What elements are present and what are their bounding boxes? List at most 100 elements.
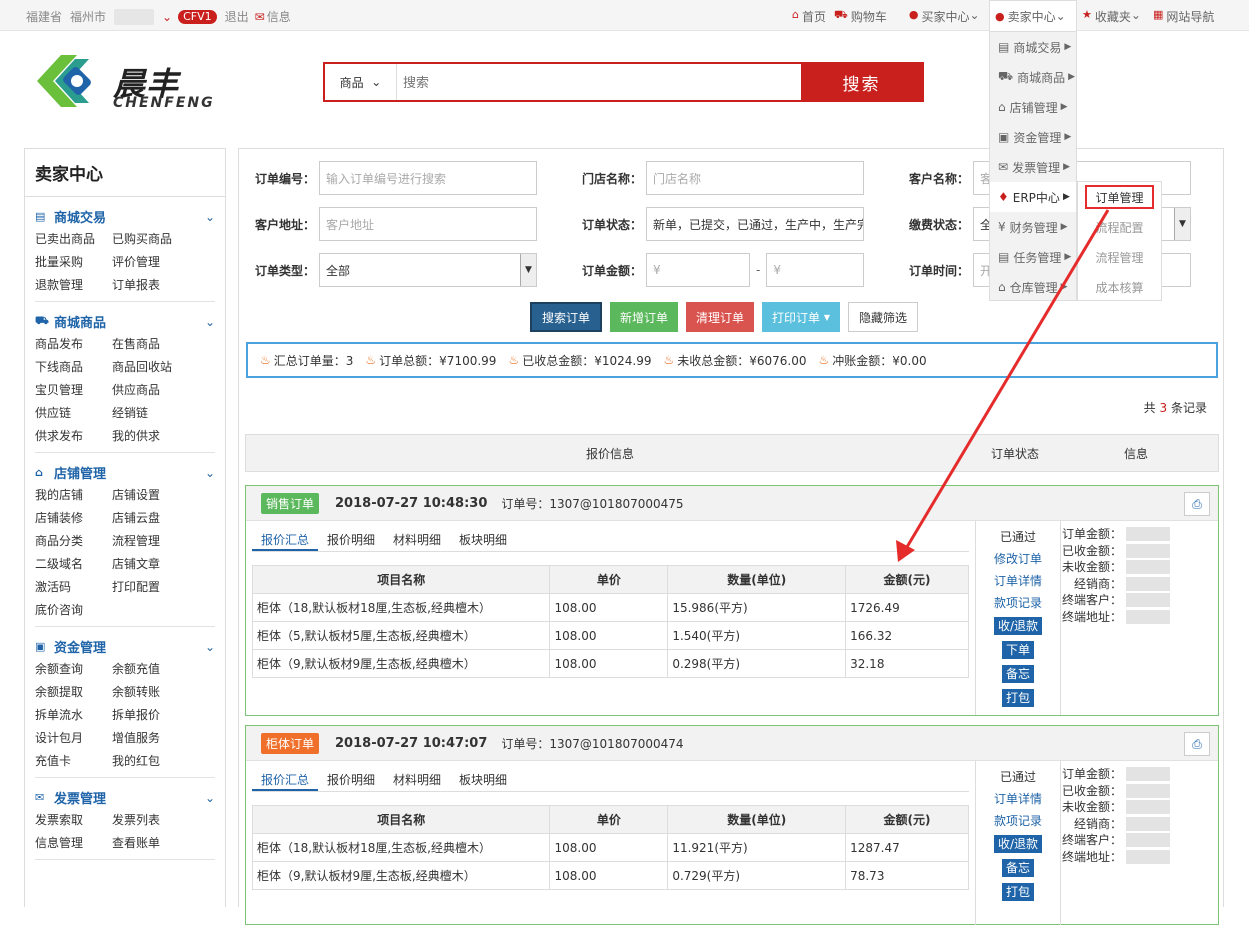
menu-item[interactable]: ¥ 财务管理 ▶ — [990, 212, 1076, 242]
sidebar-item[interactable]: 商品分类 — [35, 532, 112, 549]
chevron-down-icon[interactable]: ⌄ — [205, 640, 215, 654]
sidebar-item[interactable]: 店铺设置 — [112, 486, 202, 503]
sidebar-item[interactable]: 下线商品 — [35, 358, 112, 375]
store-input[interactable]: 门店名称 — [646, 161, 865, 195]
sidebar-item[interactable]: 打印配置 — [112, 578, 202, 595]
search-input[interactable] — [397, 64, 801, 100]
sidebar-item[interactable]: 余额转账 — [112, 683, 202, 700]
sidebar-item[interactable]: 底价咨询 — [35, 601, 112, 618]
sidebar-section-title[interactable]: ▤ 商城交易 ⌄ — [35, 207, 215, 227]
order-tab[interactable]: 报价明细 — [318, 770, 384, 791]
order-action-link[interactable]: 订单详情 — [976, 790, 1060, 807]
order-tab[interactable]: 报价汇总 — [252, 530, 319, 551]
sidebar-item[interactable]: 商品发布 — [35, 335, 112, 352]
sidebar-item[interactable]: 供应商品 — [112, 381, 202, 398]
chevron-down-icon[interactable]: ⌄ — [205, 210, 215, 224]
sidebar-item[interactable]: 批量采购 — [35, 253, 112, 270]
sidebar-item[interactable]: 退款管理 — [35, 276, 112, 293]
sidebar-item[interactable]: 店铺云盘 — [112, 509, 202, 526]
chevron-down-icon[interactable]: ⌄ — [205, 791, 215, 805]
menu-item[interactable]: ▣ 资金管理 ▶ — [990, 122, 1076, 152]
chevron-down-icon[interactable]: ⌄ — [162, 10, 172, 24]
sidebar-section-title[interactable]: ⛟ 商城商品 ⌄ — [35, 312, 215, 331]
order-action-link[interactable]: 款项记录 — [976, 594, 1060, 611]
sidebar-section-title[interactable]: ⌂ 店铺管理 ⌄ — [35, 463, 215, 483]
sidebar-item[interactable]: 设计包月 — [35, 729, 112, 746]
buyer-center-link[interactable]: 买家中心 — [921, 8, 969, 25]
sidebar-item[interactable]: 店铺装修 — [35, 509, 112, 526]
sidebar-item[interactable]: 流程管理 — [112, 532, 202, 549]
sidebar-item[interactable]: 订单报表 — [112, 276, 202, 293]
submenu-item[interactable]: 流程管理 — [1078, 242, 1161, 272]
order-action-link[interactable]: 款项记录 — [976, 812, 1060, 829]
sidebar-item[interactable]: 店铺文章 — [112, 555, 202, 572]
order-tab[interactable]: 报价明细 — [318, 530, 384, 551]
order-action-button[interactable]: 收/退款 — [993, 617, 1043, 635]
sidebar-item[interactable]: 发票列表 — [112, 811, 202, 828]
status-multiselect[interactable]: 新单，已提交，已通过，生产中，生产完 — [646, 207, 865, 241]
order-action-button[interactable]: 打包 — [1001, 883, 1034, 901]
sidebar-item[interactable]: 商品回收站 — [112, 358, 202, 375]
add-order-button[interactable]: 新增订单 — [610, 302, 679, 332]
search-order-button[interactable]: 搜索订单 — [530, 302, 603, 332]
city[interactable]: 福州市 — [70, 8, 106, 25]
clear-order-button[interactable]: 清理订单 — [686, 302, 755, 332]
order-action-button[interactable]: 下单 — [1001, 641, 1034, 659]
order-action-link[interactable]: 订单详情 — [976, 572, 1060, 589]
brand-logo[interactable]: 晨丰 CHENFENG — [25, 45, 215, 119]
chevron-down-icon[interactable]: ⌄ — [205, 466, 215, 480]
menu-item[interactable]: ⌂ 店铺管理 ▶ — [990, 92, 1076, 122]
order-tab[interactable]: 报价汇总 — [252, 770, 319, 791]
hide-filter-button[interactable]: 隐藏筛选 — [848, 302, 919, 332]
sidebar-item[interactable]: 已卖出商品 — [35, 230, 112, 247]
order-action-link[interactable]: 修改订单 — [976, 550, 1060, 567]
sidebar-item[interactable]: 评价管理 — [112, 253, 202, 270]
order-tab[interactable]: 板块明细 — [450, 770, 516, 791]
seller-center-link[interactable]: 卖家中心 — [1008, 8, 1056, 25]
search-category-select[interactable]: 商品 ⌄ — [325, 64, 397, 100]
sidebar-item[interactable]: 余额提取 — [35, 683, 112, 700]
print-order-button[interactable]: 打印订单 ▼ — [762, 302, 841, 332]
amount-min-input[interactable]: ¥ — [646, 253, 751, 287]
submenu-item[interactable]: 流程配置 — [1078, 212, 1161, 242]
sidebar-item[interactable]: 在售商品 — [112, 335, 202, 352]
sidebar-item[interactable]: 充值卡 — [35, 752, 112, 769]
province[interactable]: 福建省 — [26, 8, 62, 25]
order-action-button[interactable]: 备忘 — [1001, 665, 1034, 683]
menu-item[interactable]: ▤ 任务管理 ▶ — [990, 242, 1076, 272]
sidebar-item[interactable]: 我的红包 — [112, 752, 202, 769]
chevron-down-icon[interactable]: ⌄ — [205, 315, 215, 329]
submenu-item[interactable]: 订单管理 — [1085, 185, 1154, 209]
sidebar-section-title[interactable]: ▣ 资金管理 ⌄ — [35, 637, 215, 657]
sidebar-section-title[interactable]: ✉ 发票管理 ⌄ — [35, 788, 215, 808]
favorites-link[interactable]: 收藏夹 — [1095, 8, 1131, 25]
order-tab[interactable]: 板块明细 — [450, 530, 516, 551]
sidebar-item[interactable]: 余额查询 — [35, 660, 112, 677]
menu-item[interactable]: ✉ 发票管理 ▶ — [990, 152, 1076, 182]
print-icon[interactable]: ⎙ — [1184, 732, 1210, 756]
sidebar-item[interactable]: 发票索取 — [35, 811, 112, 828]
sidebar-item[interactable]: 我的店铺 — [35, 486, 112, 503]
sidebar-item[interactable]: 信息管理 — [35, 834, 112, 851]
sidebar-item[interactable]: 拆单报价 — [112, 706, 202, 723]
order-action-button[interactable]: 备忘 — [1001, 859, 1034, 877]
search-button[interactable]: 搜索 — [801, 64, 922, 100]
message-link[interactable]: 信息 — [267, 8, 291, 25]
sidebar-item[interactable]: 拆单流水 — [35, 706, 112, 723]
sidebar-item[interactable]: 供求发布 — [35, 427, 112, 444]
order-action-button[interactable]: 收/退款 — [993, 835, 1043, 853]
order-tab[interactable]: 材料明细 — [384, 530, 450, 551]
sidebar-item[interactable]: 增值服务 — [112, 729, 202, 746]
sidebar-item[interactable]: 余额充值 — [112, 660, 202, 677]
menu-item[interactable]: ⌂ 仓库管理 ▶ — [990, 272, 1076, 302]
menu-item[interactable]: ⛟ 商城商品 ▶ — [990, 62, 1076, 92]
sidebar-item[interactable]: 已购买商品 — [112, 230, 202, 247]
type-select[interactable]: 全部 ▼ — [319, 253, 538, 287]
home-link[interactable]: 首页 — [802, 8, 826, 25]
sidebar-item[interactable]: 查看账单 — [112, 834, 202, 851]
site-nav-link[interactable]: 网站导航 — [1166, 8, 1214, 25]
sidebar-item[interactable]: 经销链 — [112, 404, 202, 421]
sidebar-item[interactable]: 我的供求 — [112, 427, 202, 444]
sidebar-item[interactable]: 供应链 — [35, 404, 112, 421]
order-tab[interactable]: 材料明细 — [384, 770, 450, 791]
